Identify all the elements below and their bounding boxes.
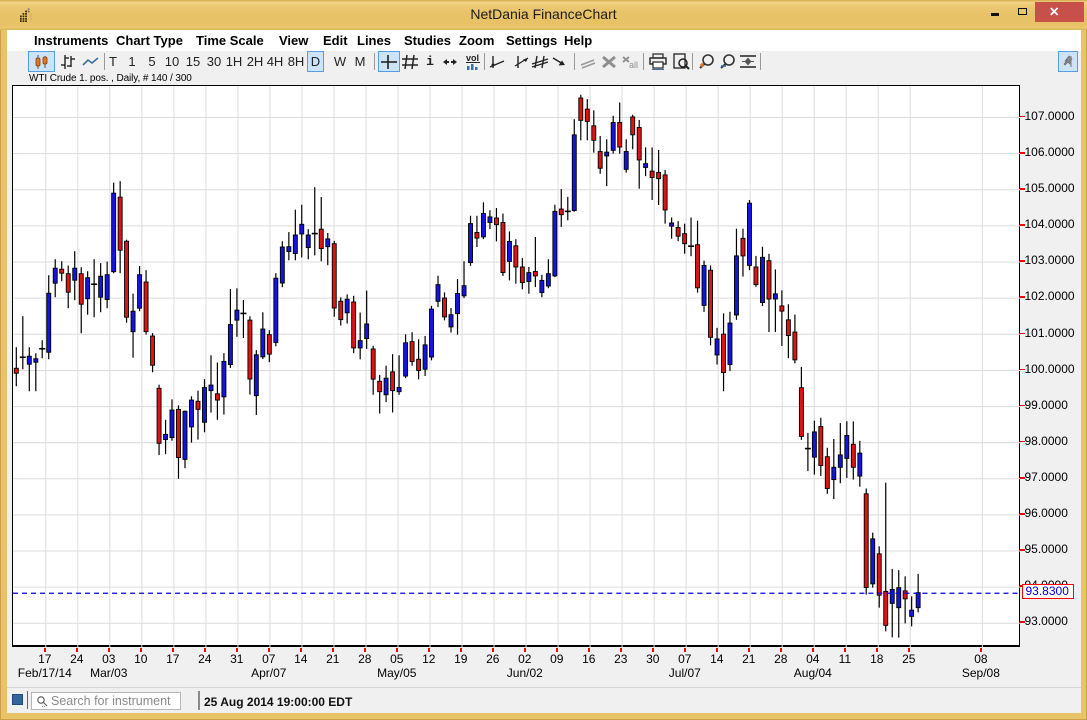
svg-text:vol: vol [466,53,479,63]
svg-text:all: all [629,60,638,70]
